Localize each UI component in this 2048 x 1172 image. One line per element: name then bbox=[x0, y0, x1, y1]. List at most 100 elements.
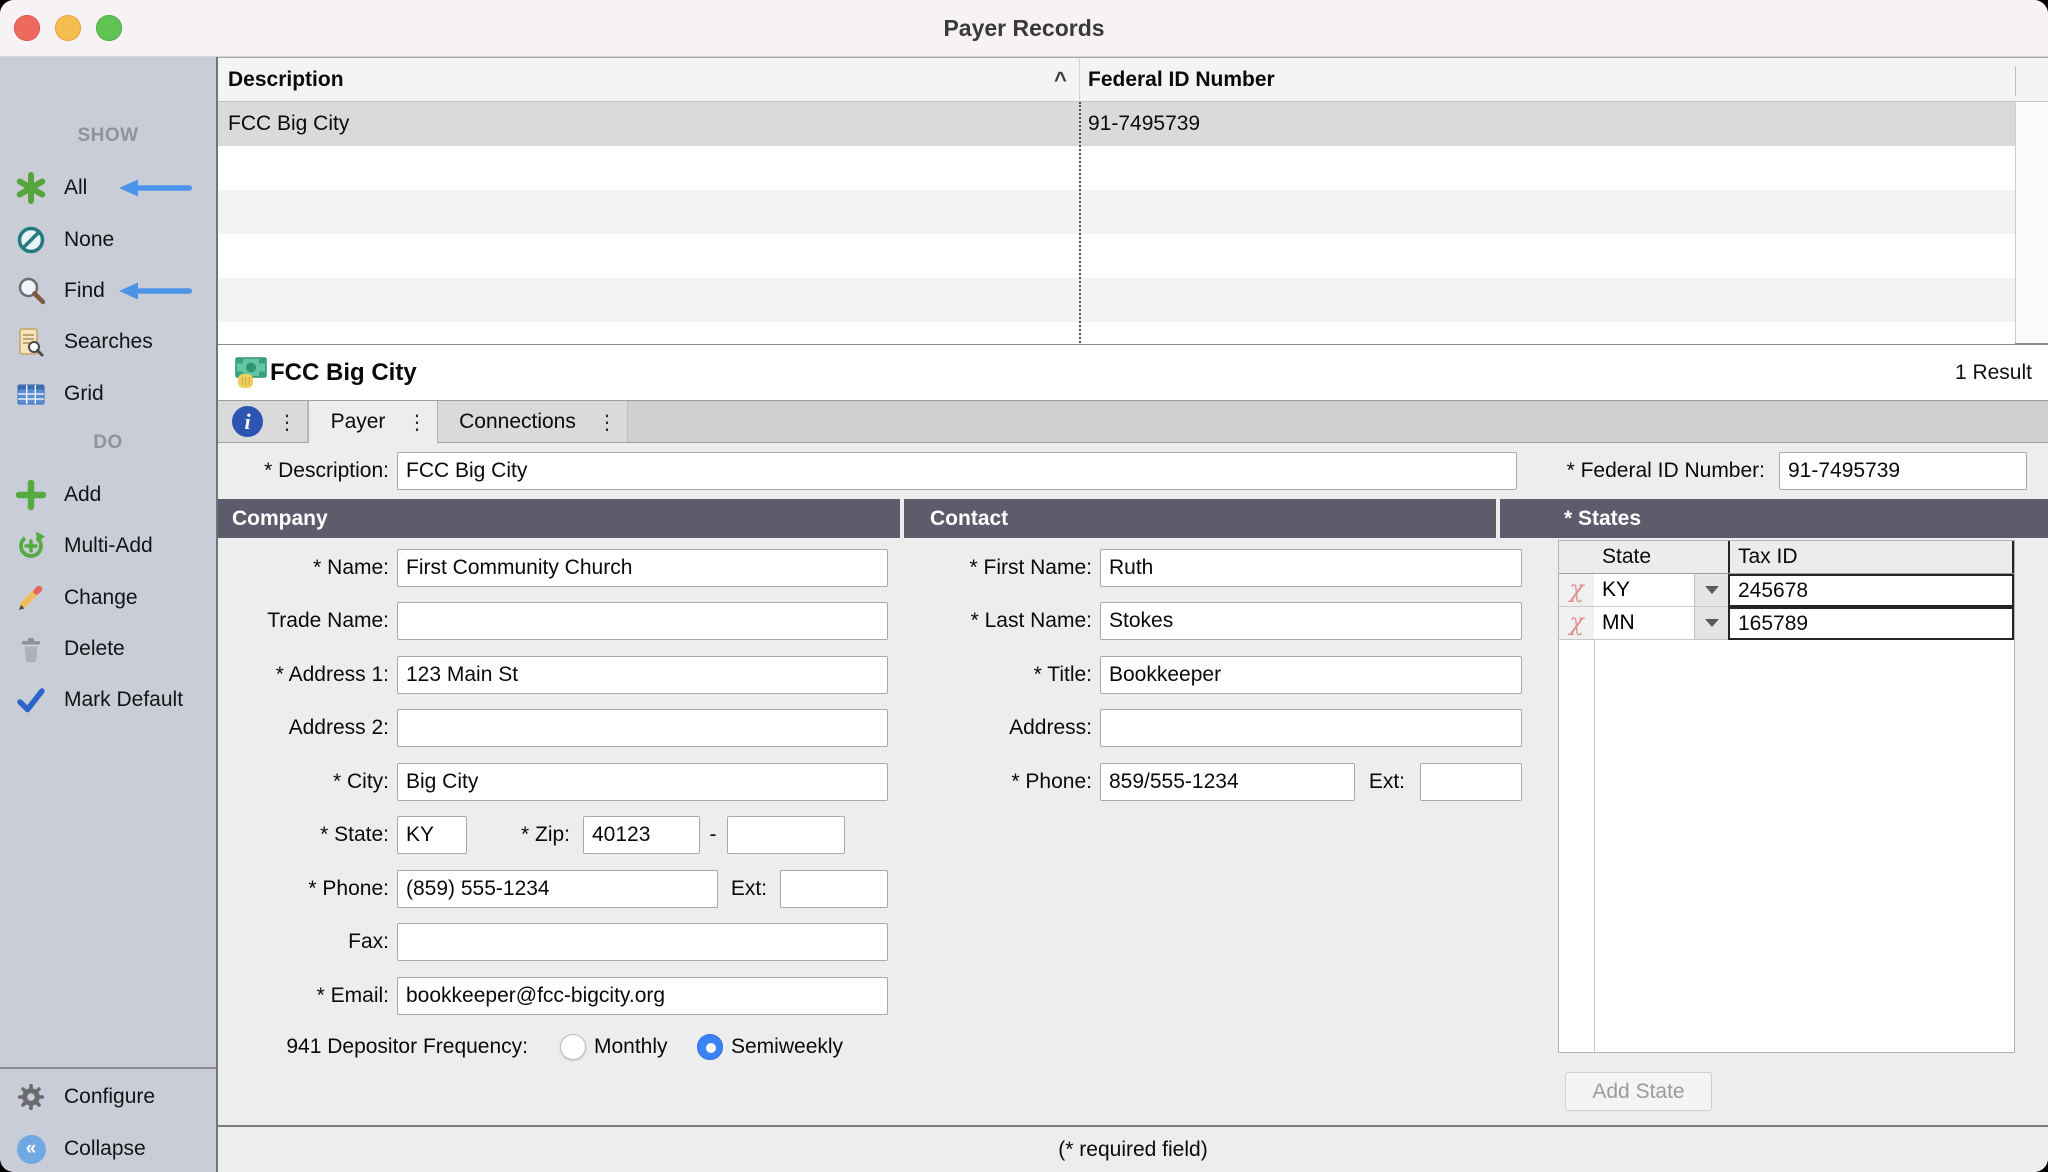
tab-bar: i ⋮ Payer ⋮ Connections ⋮ bbox=[218, 401, 2048, 443]
sidebar-item-label: Configure bbox=[64, 1085, 155, 1109]
table-row-empty bbox=[218, 322, 2015, 344]
tax-id-input[interactable] bbox=[1728, 574, 2014, 607]
sidebar-item-change[interactable]: Change bbox=[0, 572, 216, 624]
scrollbar-track[interactable] bbox=[2015, 102, 2048, 343]
state-dropdown[interactable]: MN bbox=[1594, 607, 1728, 640]
delete-state-row-icon[interactable]: χ bbox=[1559, 574, 1594, 607]
sort-asc-icon[interactable]: ^ bbox=[1054, 58, 1067, 102]
add-state-button[interactable]: Add State bbox=[1565, 1072, 1712, 1111]
gear-icon bbox=[14, 1080, 48, 1114]
sidebar-item-label: Change bbox=[64, 586, 138, 610]
company-name-label: * Name: bbox=[218, 549, 389, 587]
state-dropdown-value: KY bbox=[1602, 578, 1630, 601]
magnifier-icon bbox=[14, 274, 48, 308]
chevron-down-icon[interactable] bbox=[1694, 574, 1728, 606]
depositor-frequency-label: 941 Depositor Frequency: bbox=[218, 1027, 528, 1067]
description-label: * Description: bbox=[218, 452, 389, 490]
main-content: Description ^ Federal ID Number FCC Big … bbox=[218, 57, 2048, 1172]
tab-payer[interactable]: Payer ⋮ bbox=[308, 401, 438, 443]
state-input[interactable] bbox=[397, 816, 467, 854]
states-row: χ KY bbox=[1559, 574, 2014, 607]
title-label: * Title: bbox=[906, 656, 1092, 694]
address2-input[interactable] bbox=[397, 709, 888, 747]
description-row: * Description: * Federal ID Number: bbox=[218, 443, 2048, 499]
zip-input[interactable] bbox=[583, 816, 700, 854]
states-header-icon-col bbox=[1559, 541, 1594, 573]
cell-description: FCC Big City bbox=[228, 102, 349, 146]
sidebar-item-label: Multi-Add bbox=[64, 534, 153, 558]
sidebar-item-searches[interactable]: Searches bbox=[0, 316, 216, 368]
contact-address-label: Address: bbox=[906, 709, 1092, 747]
contact-phone-input[interactable] bbox=[1100, 763, 1355, 801]
federal-id-input[interactable] bbox=[1779, 452, 2027, 490]
states-header-state: State bbox=[1594, 541, 1728, 573]
email-label: * Email: bbox=[218, 977, 389, 1015]
sidebar-item-label: All bbox=[64, 176, 87, 200]
fax-input[interactable] bbox=[397, 923, 888, 961]
sidebar-item-label: Grid bbox=[64, 382, 104, 406]
tab-connections[interactable]: Connections ⋮ bbox=[438, 401, 628, 443]
sidebar-item-multi-add[interactable]: Multi-Add bbox=[0, 520, 216, 572]
column-header-federal-id[interactable]: Federal ID Number bbox=[1088, 58, 1275, 102]
sidebar-item-configure[interactable]: Configure bbox=[0, 1071, 216, 1123]
radio-semiweekly[interactable] bbox=[697, 1034, 723, 1060]
first-name-input[interactable] bbox=[1100, 549, 1522, 587]
email-input[interactable] bbox=[397, 977, 888, 1015]
info-section: i ⋮ bbox=[218, 401, 308, 443]
column-header-description[interactable]: Description bbox=[228, 58, 344, 102]
trade-name-input[interactable] bbox=[397, 602, 888, 640]
table-row-empty bbox=[218, 278, 2015, 322]
asterisk-icon bbox=[14, 171, 48, 205]
company-phone-label: * Phone: bbox=[218, 870, 389, 908]
window-title: Payer Records bbox=[0, 0, 2048, 57]
radio-semiweekly-label[interactable]: Semiweekly bbox=[731, 1027, 843, 1067]
sidebar-item-find[interactable]: Find bbox=[0, 265, 216, 317]
sidebar-item-add[interactable]: Add bbox=[0, 469, 216, 521]
delete-state-row-icon[interactable]: χ bbox=[1559, 607, 1594, 640]
sidebar-item-none[interactable]: None bbox=[0, 214, 216, 266]
states-row: χ MN bbox=[1559, 607, 2014, 640]
company-phone-input[interactable] bbox=[397, 870, 718, 908]
city-label: * City: bbox=[218, 763, 389, 801]
table-row-empty bbox=[218, 234, 2015, 278]
multi-add-icon bbox=[14, 529, 48, 563]
dots-separator-icon: ⋮ bbox=[277, 412, 297, 432]
table-row-empty bbox=[218, 190, 2015, 234]
radio-monthly[interactable] bbox=[560, 1034, 586, 1060]
title-input[interactable] bbox=[1100, 656, 1522, 694]
results-table: Description ^ Federal ID Number FCC Big … bbox=[218, 57, 2048, 345]
last-name-label: * Last Name: bbox=[906, 602, 1092, 640]
sidebar-item-all[interactable]: All bbox=[0, 162, 216, 214]
company-ext-input[interactable] bbox=[780, 870, 888, 908]
sidebar-do-header: DO bbox=[0, 432, 216, 454]
description-input[interactable] bbox=[397, 452, 1517, 490]
chevron-down-icon[interactable] bbox=[1694, 607, 1728, 639]
sidebar-item-grid[interactable]: Grid bbox=[0, 368, 216, 420]
sidebar-divider bbox=[0, 1067, 216, 1069]
tax-id-input[interactable] bbox=[1728, 607, 2014, 640]
app-window: Payer Records SHOW All None Find bbox=[0, 0, 2048, 1172]
contact-ext-input[interactable] bbox=[1420, 763, 1522, 801]
zip-label: * Zip: bbox=[477, 816, 570, 854]
sidebar-item-mark-default[interactable]: Mark Default bbox=[0, 674, 216, 726]
sidebar-item-collapse[interactable]: « Collapse bbox=[0, 1123, 216, 1172]
first-name-label: * First Name: bbox=[906, 549, 1092, 587]
zip-plus4-input[interactable] bbox=[727, 816, 845, 854]
company-name-input[interactable] bbox=[397, 549, 888, 587]
contact-ext-label: Ext: bbox=[1360, 763, 1405, 801]
last-name-input[interactable] bbox=[1100, 602, 1522, 640]
sidebar: SHOW All None Find bbox=[0, 57, 218, 1172]
grid-icon bbox=[14, 377, 48, 411]
info-icon[interactable]: i bbox=[232, 406, 263, 437]
state-dropdown[interactable]: KY bbox=[1594, 574, 1728, 607]
sidebar-item-delete[interactable]: Delete bbox=[0, 623, 216, 675]
address1-input[interactable] bbox=[397, 656, 888, 694]
sidebar-item-label: Searches bbox=[64, 330, 153, 354]
city-input[interactable] bbox=[397, 763, 888, 801]
sidebar-item-label: None bbox=[64, 228, 114, 252]
result-count: 1 Result bbox=[1955, 345, 2032, 401]
radio-monthly-label[interactable]: Monthly bbox=[594, 1027, 668, 1067]
table-row-selected[interactable]: FCC Big City 91-7495739 bbox=[218, 102, 2015, 146]
section-header-states: * States bbox=[1500, 499, 2048, 538]
contact-address-input[interactable] bbox=[1100, 709, 1522, 747]
